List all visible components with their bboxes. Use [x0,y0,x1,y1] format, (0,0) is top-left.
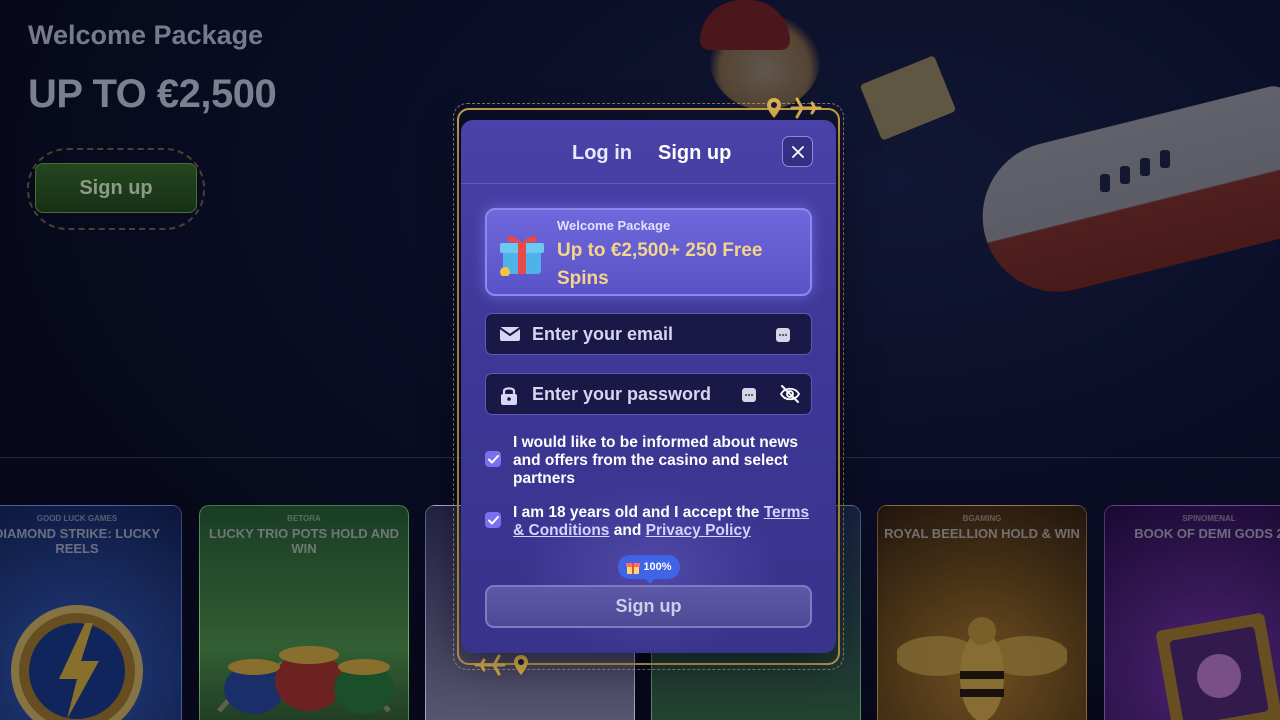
dots-icon [776,328,790,342]
bg-welcome-title: Welcome Package [28,20,264,50]
email-field [485,313,812,355]
age-consent-checkbox[interactable] [485,512,501,528]
plane-icon [474,654,506,676]
bonus-progress-badge: 100% [618,555,680,584]
eye-off-icon[interactable] [779,384,801,404]
bg-welcome-amount: UP TO €2,500 [28,72,277,116]
close-button[interactable] [782,136,813,167]
auth-tabs: Log in Sign up [461,142,836,172]
game-card: SPINOMENAL BOOK OF DEMI GODS 2 [1104,505,1280,720]
signup-modal: Log in Sign up Welcome Package Up to €2,… [461,120,836,653]
signup-submit-button[interactable]: Sign up [485,585,812,628]
welcome-promo-banner: Welcome Package Up to €2,500+ 250 Free S… [485,208,812,296]
password-field [485,373,812,415]
age-consent-middle: and [609,522,646,539]
privacy-link[interactable]: Privacy Policy [646,522,751,539]
tab-login[interactable]: Log in [572,142,632,165]
news-consent-text: I would like to be informed about news a… [513,434,799,487]
password-input[interactable] [532,374,762,414]
plane-icon [790,97,822,119]
check-icon [487,515,499,524]
close-icon [791,145,804,158]
tabs-divider [461,183,836,184]
bg-signup-button: Sign up [35,163,197,213]
game-card: BETORA LUCKY TRIO POTS HOLD AND WIN [199,505,409,720]
badge-percent: 100% [643,561,672,573]
game-card: GOOD LUCK GAMES DIAMOND STRIKE: LUCKY RE… [0,505,182,720]
gift-icon [626,563,641,574]
news-consent-checkbox[interactable] [485,451,501,467]
age-consent-prefix: I am 18 years old and I accept the [513,504,764,521]
tab-signup[interactable]: Sign up [658,142,731,165]
dots-icon [742,388,756,402]
promo-subtitle: Welcome Package [557,218,671,233]
mail-icon [500,327,520,341]
game-card: BGAMING ROYAL BEELLION HOLD & WIN [877,505,1087,720]
pin-icon [514,655,528,675]
check-icon [487,454,499,463]
promo-title: Up to €2,500+ 250 Free Spins [557,240,763,289]
lock-icon [501,387,517,405]
email-input[interactable] [532,314,762,354]
pin-icon [767,98,781,118]
gift-icon [500,236,544,276]
age-consent-text: I am 18 years old and I accept the Terms… [513,504,813,540]
